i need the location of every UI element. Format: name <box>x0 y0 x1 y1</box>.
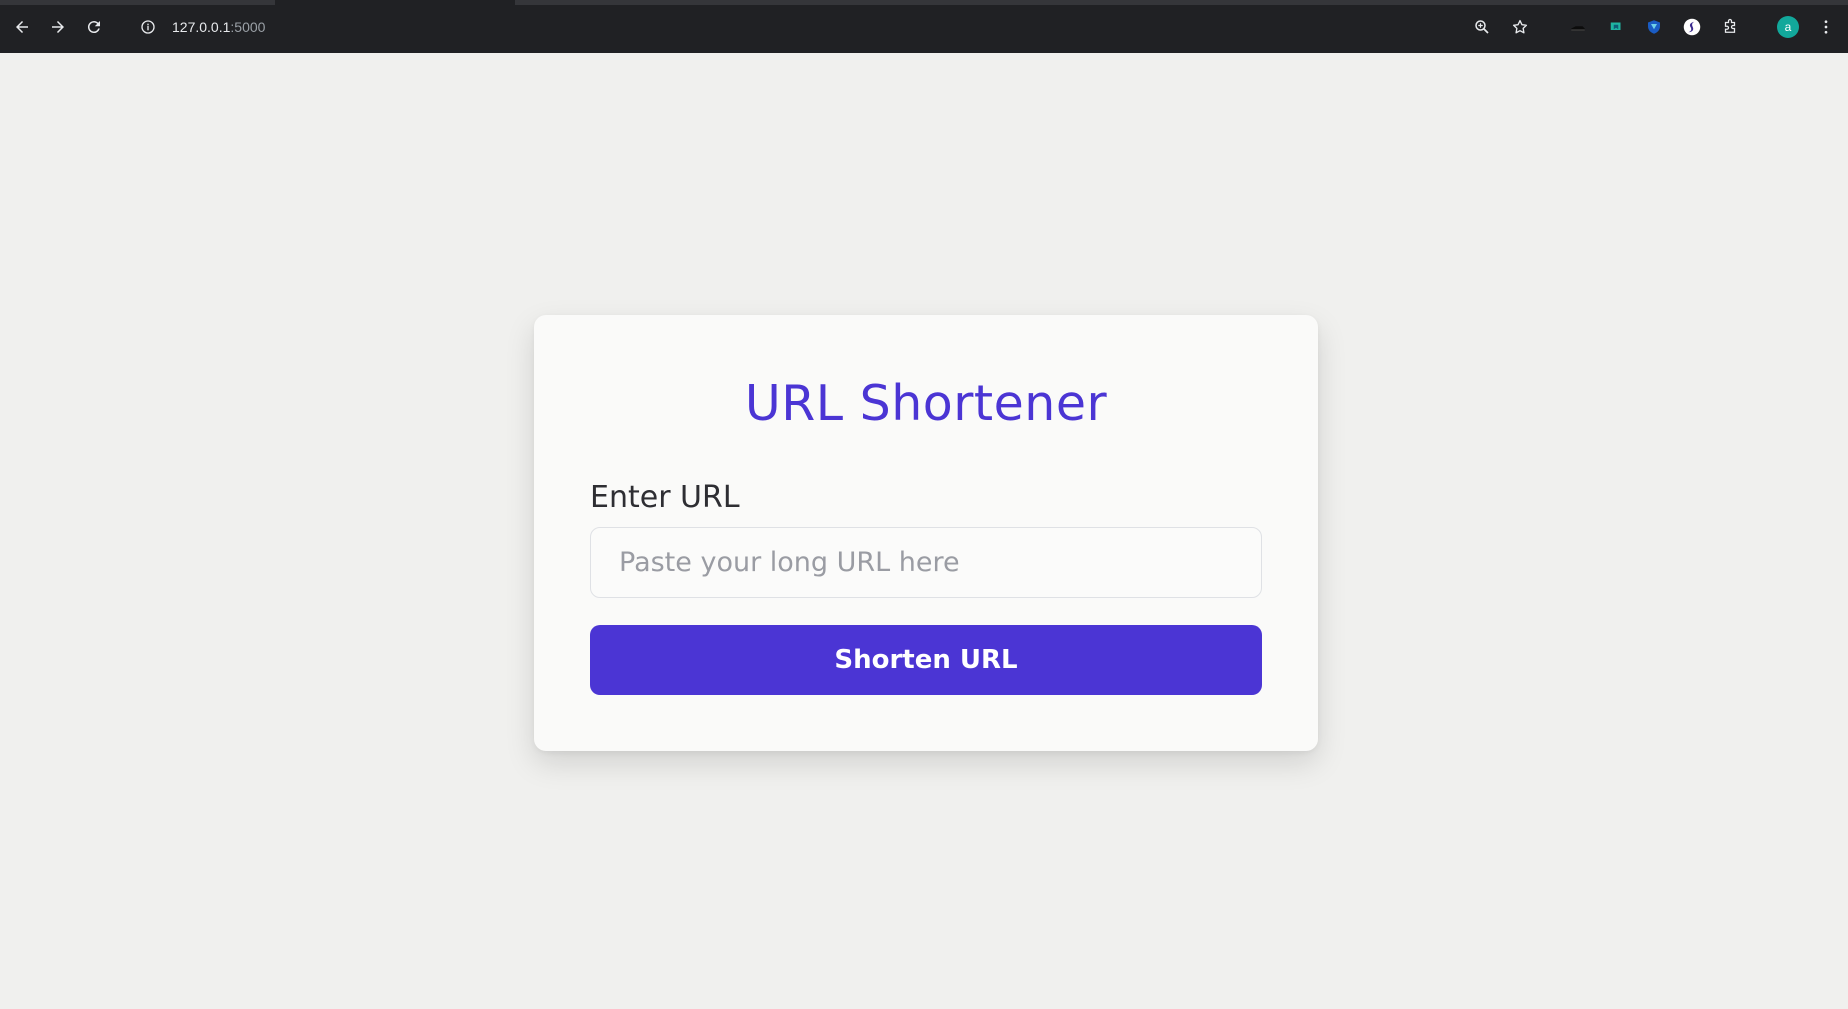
zoom-icon <box>1475 19 1489 34</box>
extension-swirl-icon <box>1683 18 1701 35</box>
profile-button[interactable]: a <box>1772 11 1804 43</box>
arrow-left-icon <box>16 20 28 33</box>
back-button[interactable] <box>4 9 40 45</box>
reload-icon <box>87 20 100 33</box>
extension-1-button[interactable] <box>1562 11 1594 43</box>
zoom-button[interactable] <box>1466 11 1498 43</box>
extension-4-button[interactable] <box>1676 11 1708 43</box>
avatar: a <box>1777 15 1799 38</box>
browser-toolbar: 127.0.0.1:5000 a <box>0 0 1848 53</box>
tab-strip <box>0 0 1848 5</box>
toolbar-actions: a <box>1466 11 1842 43</box>
url-host: 127.0.0.1 <box>172 18 231 35</box>
url-port: :5000 <box>230 18 266 35</box>
reload-button[interactable] <box>76 9 112 45</box>
navigation-buttons <box>4 9 112 45</box>
address-bar[interactable]: 127.0.0.1:5000 <box>138 9 1466 45</box>
more-vertical-icon <box>1824 19 1828 34</box>
arrow-right-icon <box>52 20 64 33</box>
extension-dark-icon <box>1571 25 1585 31</box>
active-tab[interactable] <box>275 0 515 5</box>
page-content: URL Shortener Enter URL Shorten URL <box>0 53 1848 1009</box>
shortener-card: URL Shortener Enter URL Shorten URL <box>534 315 1318 751</box>
shorten-url-button[interactable]: Shorten URL <box>590 625 1262 695</box>
extensions-menu-button[interactable] <box>1714 11 1746 43</box>
url-field-label: Enter URL <box>590 480 740 515</box>
extension-shield-icon <box>1648 19 1660 34</box>
page-title: URL Shortener <box>744 375 1108 432</box>
bookmark-button[interactable] <box>1504 11 1536 43</box>
puzzle-icon <box>1724 18 1736 33</box>
browser-menu-button[interactable] <box>1810 11 1842 43</box>
star-icon <box>1512 19 1528 33</box>
site-info-icon[interactable] <box>138 17 158 37</box>
forward-button[interactable] <box>40 9 76 45</box>
url-input[interactable] <box>590 527 1262 598</box>
extension-3-button[interactable] <box>1638 11 1670 43</box>
address-url: 127.0.0.1:5000 <box>172 19 265 35</box>
extension-2-button[interactable] <box>1600 11 1632 43</box>
extension-teal-flag-icon <box>1610 22 1621 30</box>
